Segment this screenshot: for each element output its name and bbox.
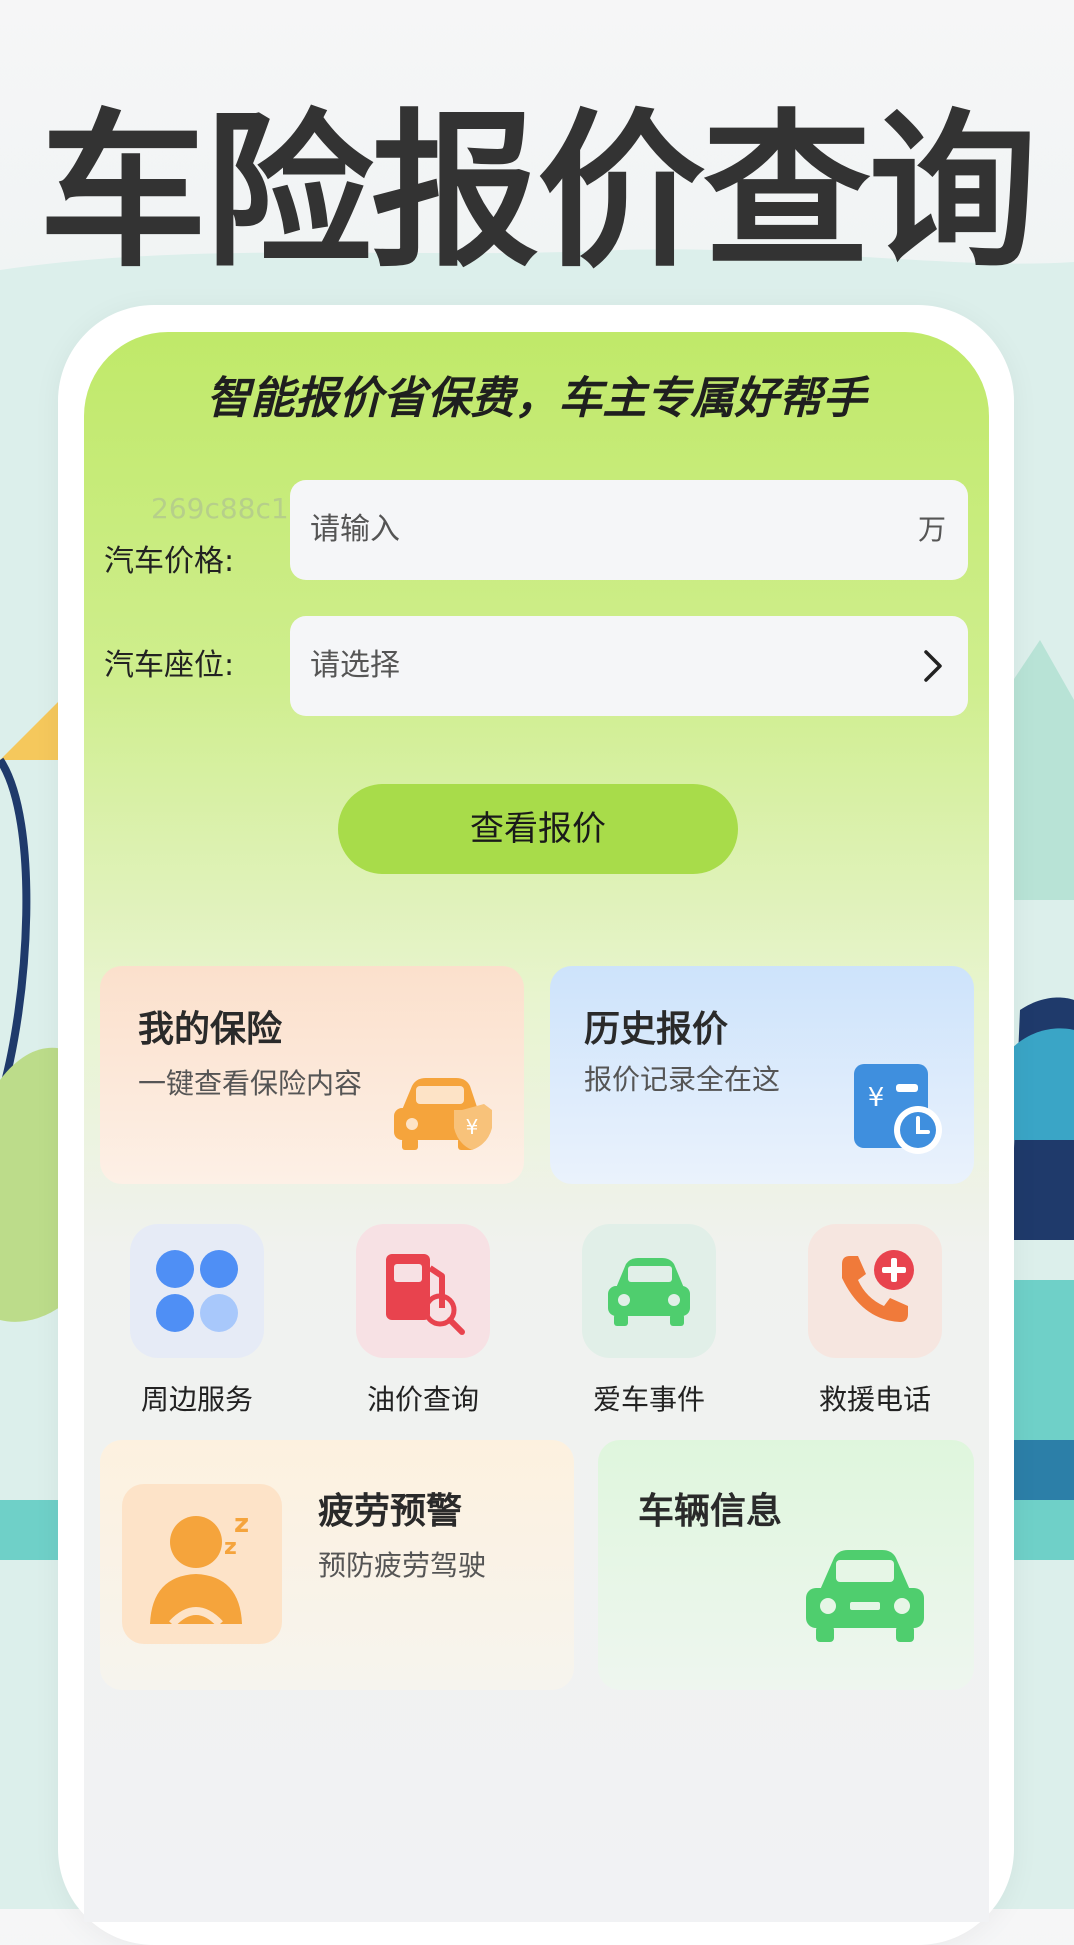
page-headline: 车险报价查询 bbox=[39, 94, 1037, 290]
seat-placeholder: 请选择 bbox=[310, 648, 400, 683]
service-fuel-price-label: 油价查询 bbox=[366, 1383, 479, 1416]
service-fuel-price[interactable]: 油价查询 bbox=[310, 1224, 536, 1418]
svg-text:¥: ¥ bbox=[466, 1115, 479, 1139]
my-insurance-title: 我的保险 bbox=[138, 1009, 283, 1050]
slogan: 智能报价省保费，车主专属好帮手 bbox=[206, 373, 867, 424]
car-shield-icon: ¥ bbox=[394, 1078, 492, 1150]
service-rescue-phone[interactable]: 救援电话 bbox=[762, 1224, 988, 1418]
my-insurance-card[interactable]: 我的保险 一键查看保险内容 ¥ bbox=[100, 966, 524, 1184]
vehicle-info-card[interactable]: 车辆信息 bbox=[598, 1440, 974, 1690]
history-quote-card[interactable]: 历史报价 报价记录全在这 ¥ bbox=[550, 966, 974, 1184]
green-car-icon bbox=[806, 1550, 924, 1642]
chevron-right-icon bbox=[924, 650, 942, 682]
history-title: 历史报价 bbox=[584, 1009, 729, 1050]
car-icon bbox=[582, 1224, 716, 1358]
seat-select[interactable]: 请选择 bbox=[290, 616, 968, 716]
view-quote-button[interactable]: 查看报价 bbox=[338, 784, 738, 874]
price-unit: 万 bbox=[917, 513, 946, 546]
fuel-search-icon bbox=[356, 1224, 490, 1358]
price-input[interactable]: 请输入 万 bbox=[290, 480, 968, 580]
grid-icon bbox=[130, 1224, 264, 1358]
vehicle-info-title: 车辆信息 bbox=[638, 1491, 783, 1532]
service-rescue-phone-label: 救援电话 bbox=[818, 1383, 931, 1416]
svg-text:z: z bbox=[224, 1535, 237, 1560]
fatigue-warning-card[interactable]: z z 疲劳预警 预防疲劳驾驶 bbox=[100, 1440, 574, 1690]
fatigue-title: 疲劳预警 bbox=[318, 1491, 463, 1532]
service-nearby[interactable]: 周边服务 bbox=[84, 1224, 310, 1418]
bill-clock-icon: ¥ bbox=[854, 1064, 942, 1154]
sleepy-driver-icon: z z bbox=[122, 1484, 282, 1644]
svg-text:¥: ¥ bbox=[868, 1083, 885, 1113]
service-car-events-label: 爱车事件 bbox=[592, 1383, 705, 1416]
fatigue-subtitle: 预防疲劳驾驶 bbox=[318, 1549, 487, 1582]
price-label: 汽车价格: bbox=[104, 544, 235, 579]
my-insurance-subtitle: 一键查看保险内容 bbox=[138, 1067, 363, 1100]
price-placeholder: 请输入 bbox=[310, 512, 400, 547]
seat-label: 汽车座位: bbox=[104, 648, 235, 683]
app-screen: 智能报价省保费，车主专属好帮手 269c88c1 汽车价格: 请输入 万 汽车座… bbox=[84, 332, 989, 1922]
service-nearby-label: 周边服务 bbox=[140, 1383, 253, 1416]
phone-plus-icon bbox=[808, 1224, 942, 1358]
history-subtitle: 报价记录全在这 bbox=[584, 1063, 781, 1096]
service-car-events[interactable]: 爱车事件 bbox=[536, 1224, 762, 1418]
